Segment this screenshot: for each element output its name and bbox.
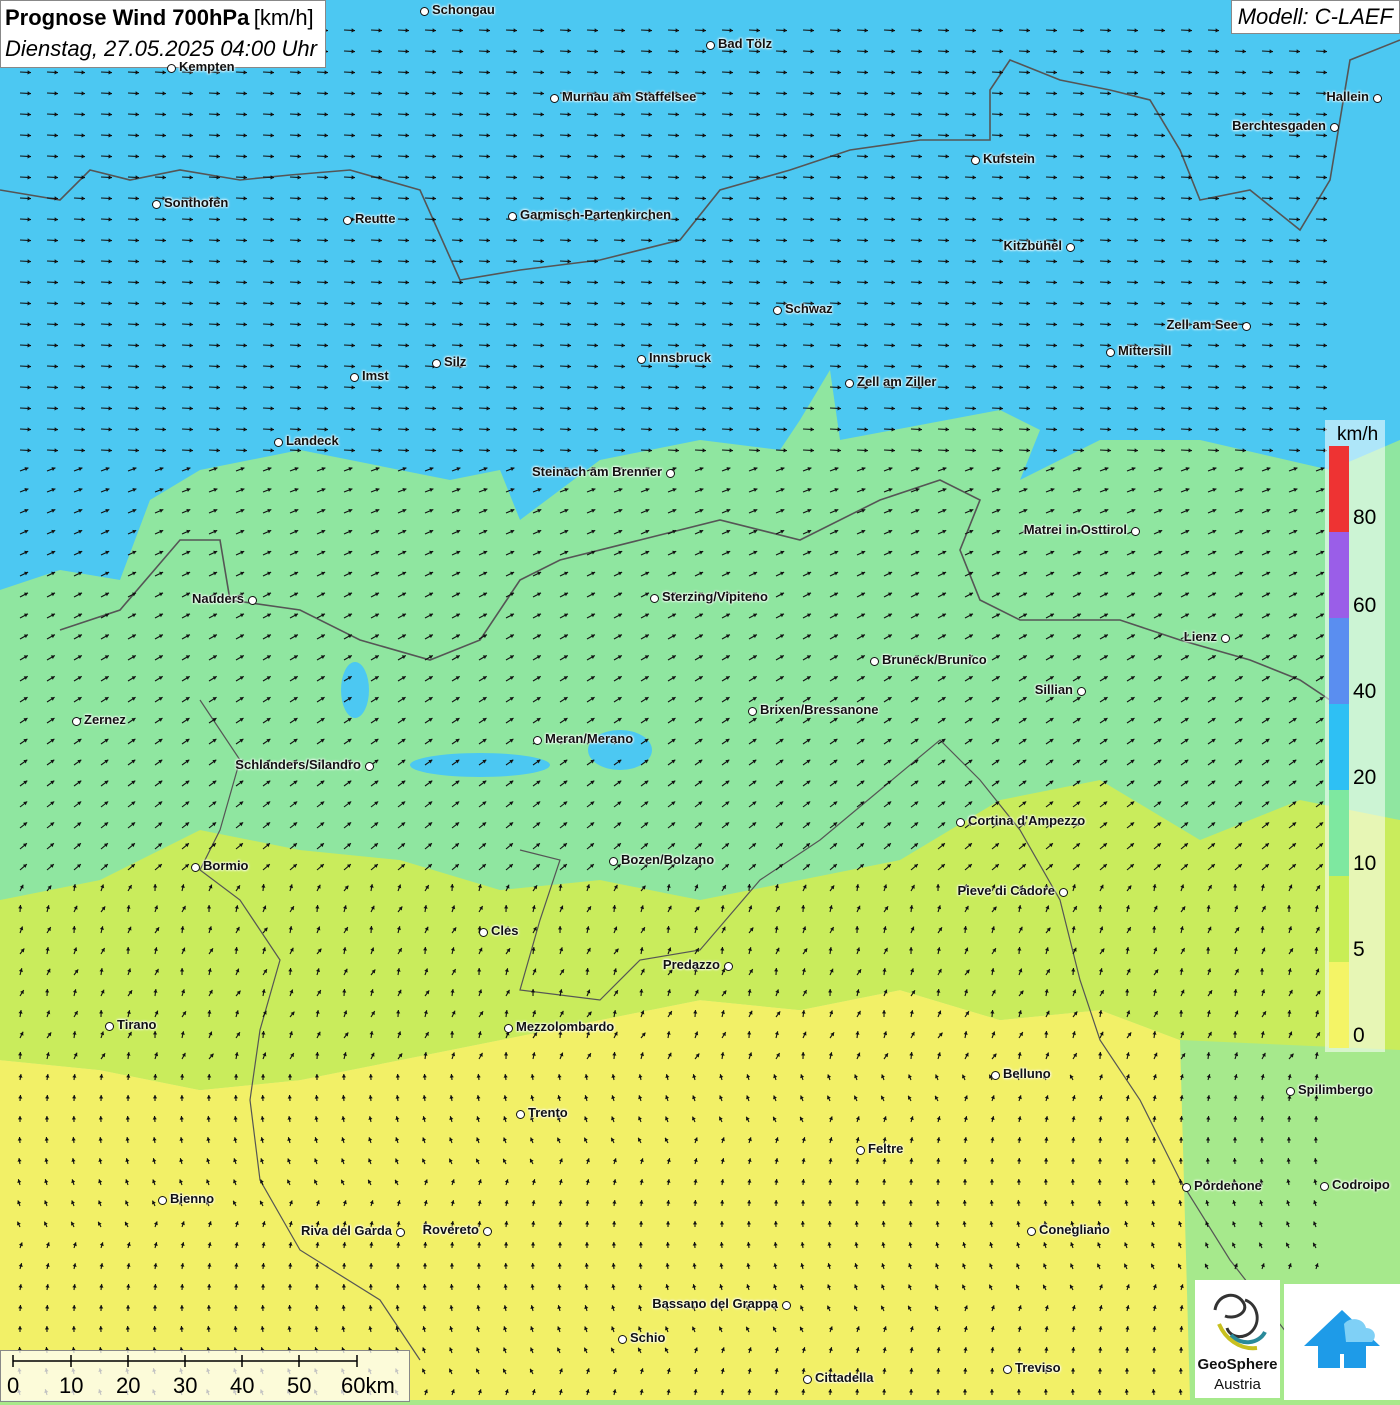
- lake-reschensee: [341, 662, 369, 718]
- lake-vinschgau: [410, 753, 550, 777]
